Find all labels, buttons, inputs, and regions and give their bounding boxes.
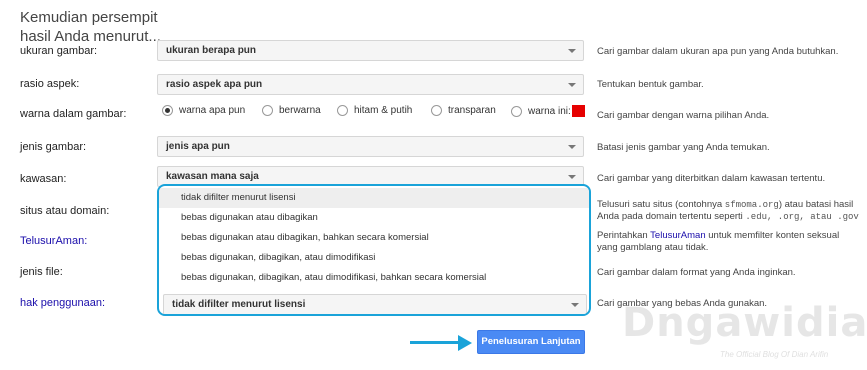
section-heading: Kemudian persempit hasil Anda menurut... bbox=[20, 9, 161, 45]
color-swatch[interactable] bbox=[571, 105, 585, 117]
radio-label: transparan bbox=[448, 105, 496, 116]
usage-rights-select[interactable]: tidak difilter menurut lisensi bbox=[163, 294, 587, 314]
chevron-down-icon bbox=[568, 49, 576, 53]
chevron-down-icon bbox=[568, 83, 576, 87]
help-file-type: Cari gambar dalam format yang Anda ingin… bbox=[597, 267, 796, 278]
image-size-value: ukuran berapa pun bbox=[166, 45, 257, 56]
help-text: Perintahkan bbox=[597, 230, 648, 241]
radio-full-color[interactable]: berwarna bbox=[262, 105, 321, 116]
help-site-domain: Telusuri satu situs (contohnya sfmoma.or… bbox=[597, 199, 859, 223]
radio-label: warna apa pun bbox=[179, 105, 246, 116]
label-image-type: jenis gambar: bbox=[20, 141, 87, 153]
dropdown-option[interactable]: bebas digunakan, dibagikan, atau dimodif… bbox=[159, 248, 589, 268]
dropdown-option[interactable]: tidak difilter menurut lisensi bbox=[159, 188, 589, 208]
link-safesearch[interactable]: TelusurAman: bbox=[20, 235, 87, 247]
help-image-size: Cari gambar dalam ukuran apa pun yang An… bbox=[597, 46, 839, 57]
label-region: kawasan: bbox=[20, 173, 67, 185]
label-usage-rights[interactable]: hak penggunaan: bbox=[20, 297, 105, 309]
radio-circle bbox=[162, 105, 173, 116]
chevron-down-icon bbox=[571, 303, 579, 307]
label-aspect-ratio: rasio aspek: bbox=[20, 78, 80, 90]
help-aspect-ratio: Tentukan bentuk gambar. bbox=[597, 79, 704, 90]
dropdown-option[interactable]: bebas digunakan atau dibagikan, bahkan s… bbox=[159, 228, 589, 248]
help-text: Telusuri satu situs (contohnya bbox=[597, 199, 723, 210]
arrow-right-icon bbox=[458, 335, 472, 351]
usage-rights-dropdown: tidak difilter menurut lisensi bebas dig… bbox=[157, 184, 591, 316]
label-image-size: ukuran gambar: bbox=[20, 45, 98, 57]
radio-black-white[interactable]: hitam & putih bbox=[337, 105, 412, 116]
advanced-search-button[interactable]: Penelusuran Lanjutan bbox=[477, 330, 585, 354]
radio-circle bbox=[262, 105, 273, 116]
help-colors: Cari gambar dengan warna pilihan Anda. bbox=[597, 110, 770, 121]
radio-circle bbox=[431, 105, 442, 116]
image-type-select[interactable]: jenis apa pun bbox=[157, 136, 584, 157]
aspect-ratio-select[interactable]: rasio aspek apa pun bbox=[157, 74, 584, 95]
help-code: .edu, .org, atau .gov bbox=[745, 212, 859, 222]
help-code: sfmoma.org bbox=[724, 200, 779, 210]
region-value: kawasan mana saja bbox=[166, 171, 259, 182]
annotation-arrow bbox=[410, 341, 462, 344]
watermark-logo: Dngawidian bbox=[622, 300, 867, 346]
radio-label: berwarna bbox=[279, 105, 321, 116]
safesearch-link[interactable]: TelusurAman bbox=[650, 230, 705, 241]
image-size-select[interactable]: ukuran berapa pun bbox=[157, 40, 584, 61]
radio-label: warna ini: bbox=[528, 105, 571, 117]
label-file-type: jenis file: bbox=[20, 266, 63, 278]
usage-rights-value: tidak difilter menurut lisensi bbox=[172, 299, 306, 310]
radio-this-color[interactable]: warna ini: bbox=[511, 105, 585, 117]
radio-circle bbox=[337, 105, 348, 116]
image-type-value: jenis apa pun bbox=[166, 141, 230, 152]
aspect-ratio-value: rasio aspek apa pun bbox=[166, 79, 263, 90]
chevron-down-icon bbox=[568, 175, 576, 179]
radio-transparent[interactable]: transparan bbox=[431, 105, 496, 116]
help-region: Cari gambar yang diterbitkan dalam kawas… bbox=[597, 173, 826, 184]
radio-label: hitam & putih bbox=[354, 105, 413, 116]
dropdown-option[interactable]: bebas digunakan, dibagikan, atau dimodif… bbox=[159, 268, 589, 288]
help-image-type: Batasi jenis gambar yang Anda temukan. bbox=[597, 142, 770, 153]
dropdown-option[interactable]: bebas digunakan atau dibagikan bbox=[159, 208, 589, 228]
radio-any-color[interactable]: warna apa pun bbox=[162, 105, 245, 116]
radio-circle bbox=[511, 105, 522, 117]
watermark-tagline: The Official Blog Of Dian Arifin bbox=[720, 350, 829, 359]
help-safesearch: Perintahkan TelusurAman untuk memfilter … bbox=[597, 230, 859, 254]
label-site-domain: situs atau domain: bbox=[20, 205, 110, 217]
chevron-down-icon bbox=[568, 145, 576, 149]
label-colors: warna dalam gambar: bbox=[20, 108, 127, 120]
